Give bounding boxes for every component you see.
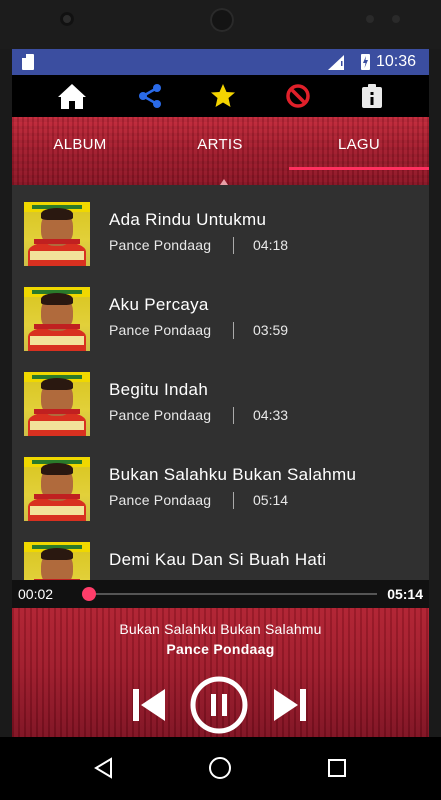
album-art-thumbnail — [24, 202, 90, 266]
info-button[interactable] — [342, 75, 402, 117]
light-sensor — [392, 15, 400, 23]
song-artist: Pance Pondaag — [109, 237, 212, 253]
skip-previous-icon — [133, 689, 165, 721]
app-screen: 10:36 ALBUM ARTIS LAGU Ada Rindu Untukmu… — [12, 49, 429, 737]
song-row[interactable]: Ada Rindu Untukmu Pance Pondaag 04:18 — [12, 185, 429, 270]
battery-charging-icon — [361, 54, 370, 70]
recents-button[interactable] — [317, 752, 357, 784]
favorite-button[interactable] — [193, 75, 253, 117]
song-artist: Pance Pondaag — [109, 492, 212, 508]
song-row[interactable]: Begitu Indah Pance Pondaag 04:33 — [12, 355, 429, 440]
song-title: Demi Kau Dan Si Buah Hati — [109, 550, 327, 569]
home-icon — [58, 84, 86, 109]
song-title: Aku Percaya — [109, 295, 209, 314]
song-duration: 03:59 — [253, 322, 289, 338]
device-top-bezel — [0, 0, 441, 49]
song-row[interactable]: Demi Kau Dan Si Buah Hati — [12, 525, 429, 580]
home-button[interactable] — [42, 75, 102, 117]
pause-icon — [190, 676, 248, 734]
separator — [233, 237, 234, 254]
play-pause-button[interactable] — [188, 674, 250, 736]
front-camera — [60, 12, 74, 26]
earpiece-speaker — [210, 8, 234, 32]
share-icon — [139, 84, 161, 108]
album-art-thumbnail — [24, 372, 90, 436]
active-tab-indicator — [289, 167, 429, 170]
seek-thumb[interactable] — [81, 587, 96, 601]
tab-bar: ALBUM ARTIS LAGU — [12, 117, 429, 185]
next-button[interactable] — [270, 683, 310, 727]
separator — [233, 492, 234, 509]
recents-icon — [328, 759, 346, 777]
song-artist: Pance Pondaag — [109, 407, 212, 423]
info-icon — [362, 84, 382, 108]
no-ads-icon — [286, 84, 310, 108]
tab-artis[interactable]: ARTIS — [165, 136, 275, 153]
song-duration: 04:33 — [253, 407, 289, 423]
previous-button[interactable] — [129, 683, 169, 727]
system-nav-bar — [0, 737, 441, 800]
skip-next-icon — [274, 689, 306, 721]
share-button[interactable] — [120, 75, 180, 117]
status-time: 10:36 — [376, 53, 417, 70]
now-playing-title: Bukan Salahku Bukan Salahmu — [119, 621, 322, 637]
home-nav-button[interactable] — [200, 752, 240, 784]
current-time: 00:02 — [18, 586, 54, 602]
seek-bar[interactable]: 00:02 05:14 — [12, 580, 429, 608]
mini-player: 00:02 05:14 Bukan Salahku Bukan Salahmu … — [12, 580, 429, 737]
seek-track[interactable] — [87, 593, 377, 595]
now-playing-artist: Pance Pondaag — [166, 641, 275, 657]
song-title: Begitu Indah — [109, 380, 209, 399]
song-duration: 04:18 — [253, 237, 289, 253]
album-art-thumbnail — [24, 457, 90, 521]
proximity-sensor — [366, 15, 374, 23]
song-row[interactable]: Aku Percaya Pance Pondaag 03:59 — [12, 270, 429, 355]
song-row[interactable]: Bukan Salahku Bukan Salahmu Pance Pondaa… — [12, 440, 429, 525]
home-circle-icon — [209, 757, 231, 779]
tab-album[interactable]: ALBUM — [25, 136, 135, 153]
back-button[interactable] — [84, 752, 124, 784]
album-art-thumbnail — [24, 287, 90, 351]
status-bar: 10:36 — [12, 49, 429, 75]
song-title: Bukan Salahku Bukan Salahmu — [109, 465, 357, 484]
total-time: 05:14 — [387, 586, 423, 602]
signal-icon — [328, 55, 344, 70]
song-duration: 05:14 — [253, 492, 289, 508]
top-toolbar — [12, 75, 429, 117]
back-icon — [94, 757, 112, 779]
song-title: Ada Rindu Untukmu — [109, 210, 267, 229]
star-icon — [211, 84, 235, 107]
song-list[interactable]: Ada Rindu Untukmu Pance Pondaag 04:18 Ak… — [12, 185, 429, 580]
song-artist: Pance Pondaag — [109, 322, 212, 338]
sd-card-icon — [22, 54, 34, 70]
remove-ads-button[interactable] — [268, 75, 328, 117]
tab-lagu[interactable]: LAGU — [304, 136, 414, 153]
album-art-thumbnail — [24, 542, 90, 580]
separator — [233, 407, 234, 424]
separator — [233, 322, 234, 339]
